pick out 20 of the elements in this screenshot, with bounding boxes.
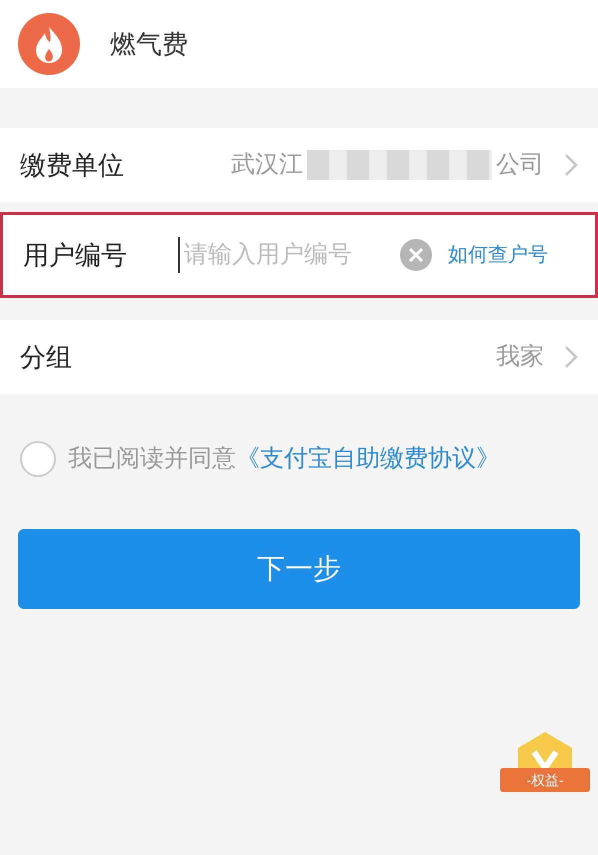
next-button[interactable]: 下一步 xyxy=(18,529,580,609)
value-text: 武汉江 xyxy=(231,150,303,180)
lookup-link[interactable]: 如何查户号 xyxy=(448,240,548,270)
field-label: 分组 xyxy=(20,340,73,374)
flame-icon xyxy=(18,13,80,75)
select-row[interactable]: 缴费单位 武汉江 公司 xyxy=(0,128,598,202)
user-number-input[interactable]: 请输入用户编号 xyxy=(178,237,388,273)
field-label: 缴费单位 xyxy=(20,148,125,182)
chevron-icon xyxy=(564,153,578,177)
value-text: 公司 xyxy=(496,150,544,180)
field-label: 用户编号 xyxy=(23,238,128,272)
value-text: 我家 xyxy=(496,342,544,372)
chevron-icon xyxy=(564,345,578,369)
rewards-badge[interactable]: -权益- xyxy=(500,730,590,805)
agreement-checkbox[interactable] xyxy=(20,441,56,477)
agreement-text: 我已阅读并同意 xyxy=(68,445,236,472)
page-title: 燃气费 xyxy=(110,28,188,60)
select-row[interactable]: 分组 我家 xyxy=(0,320,598,394)
clear-icon[interactable] xyxy=(400,239,432,271)
agreement-link[interactable]: 《支付宝自助缴费协议》 xyxy=(236,445,500,472)
